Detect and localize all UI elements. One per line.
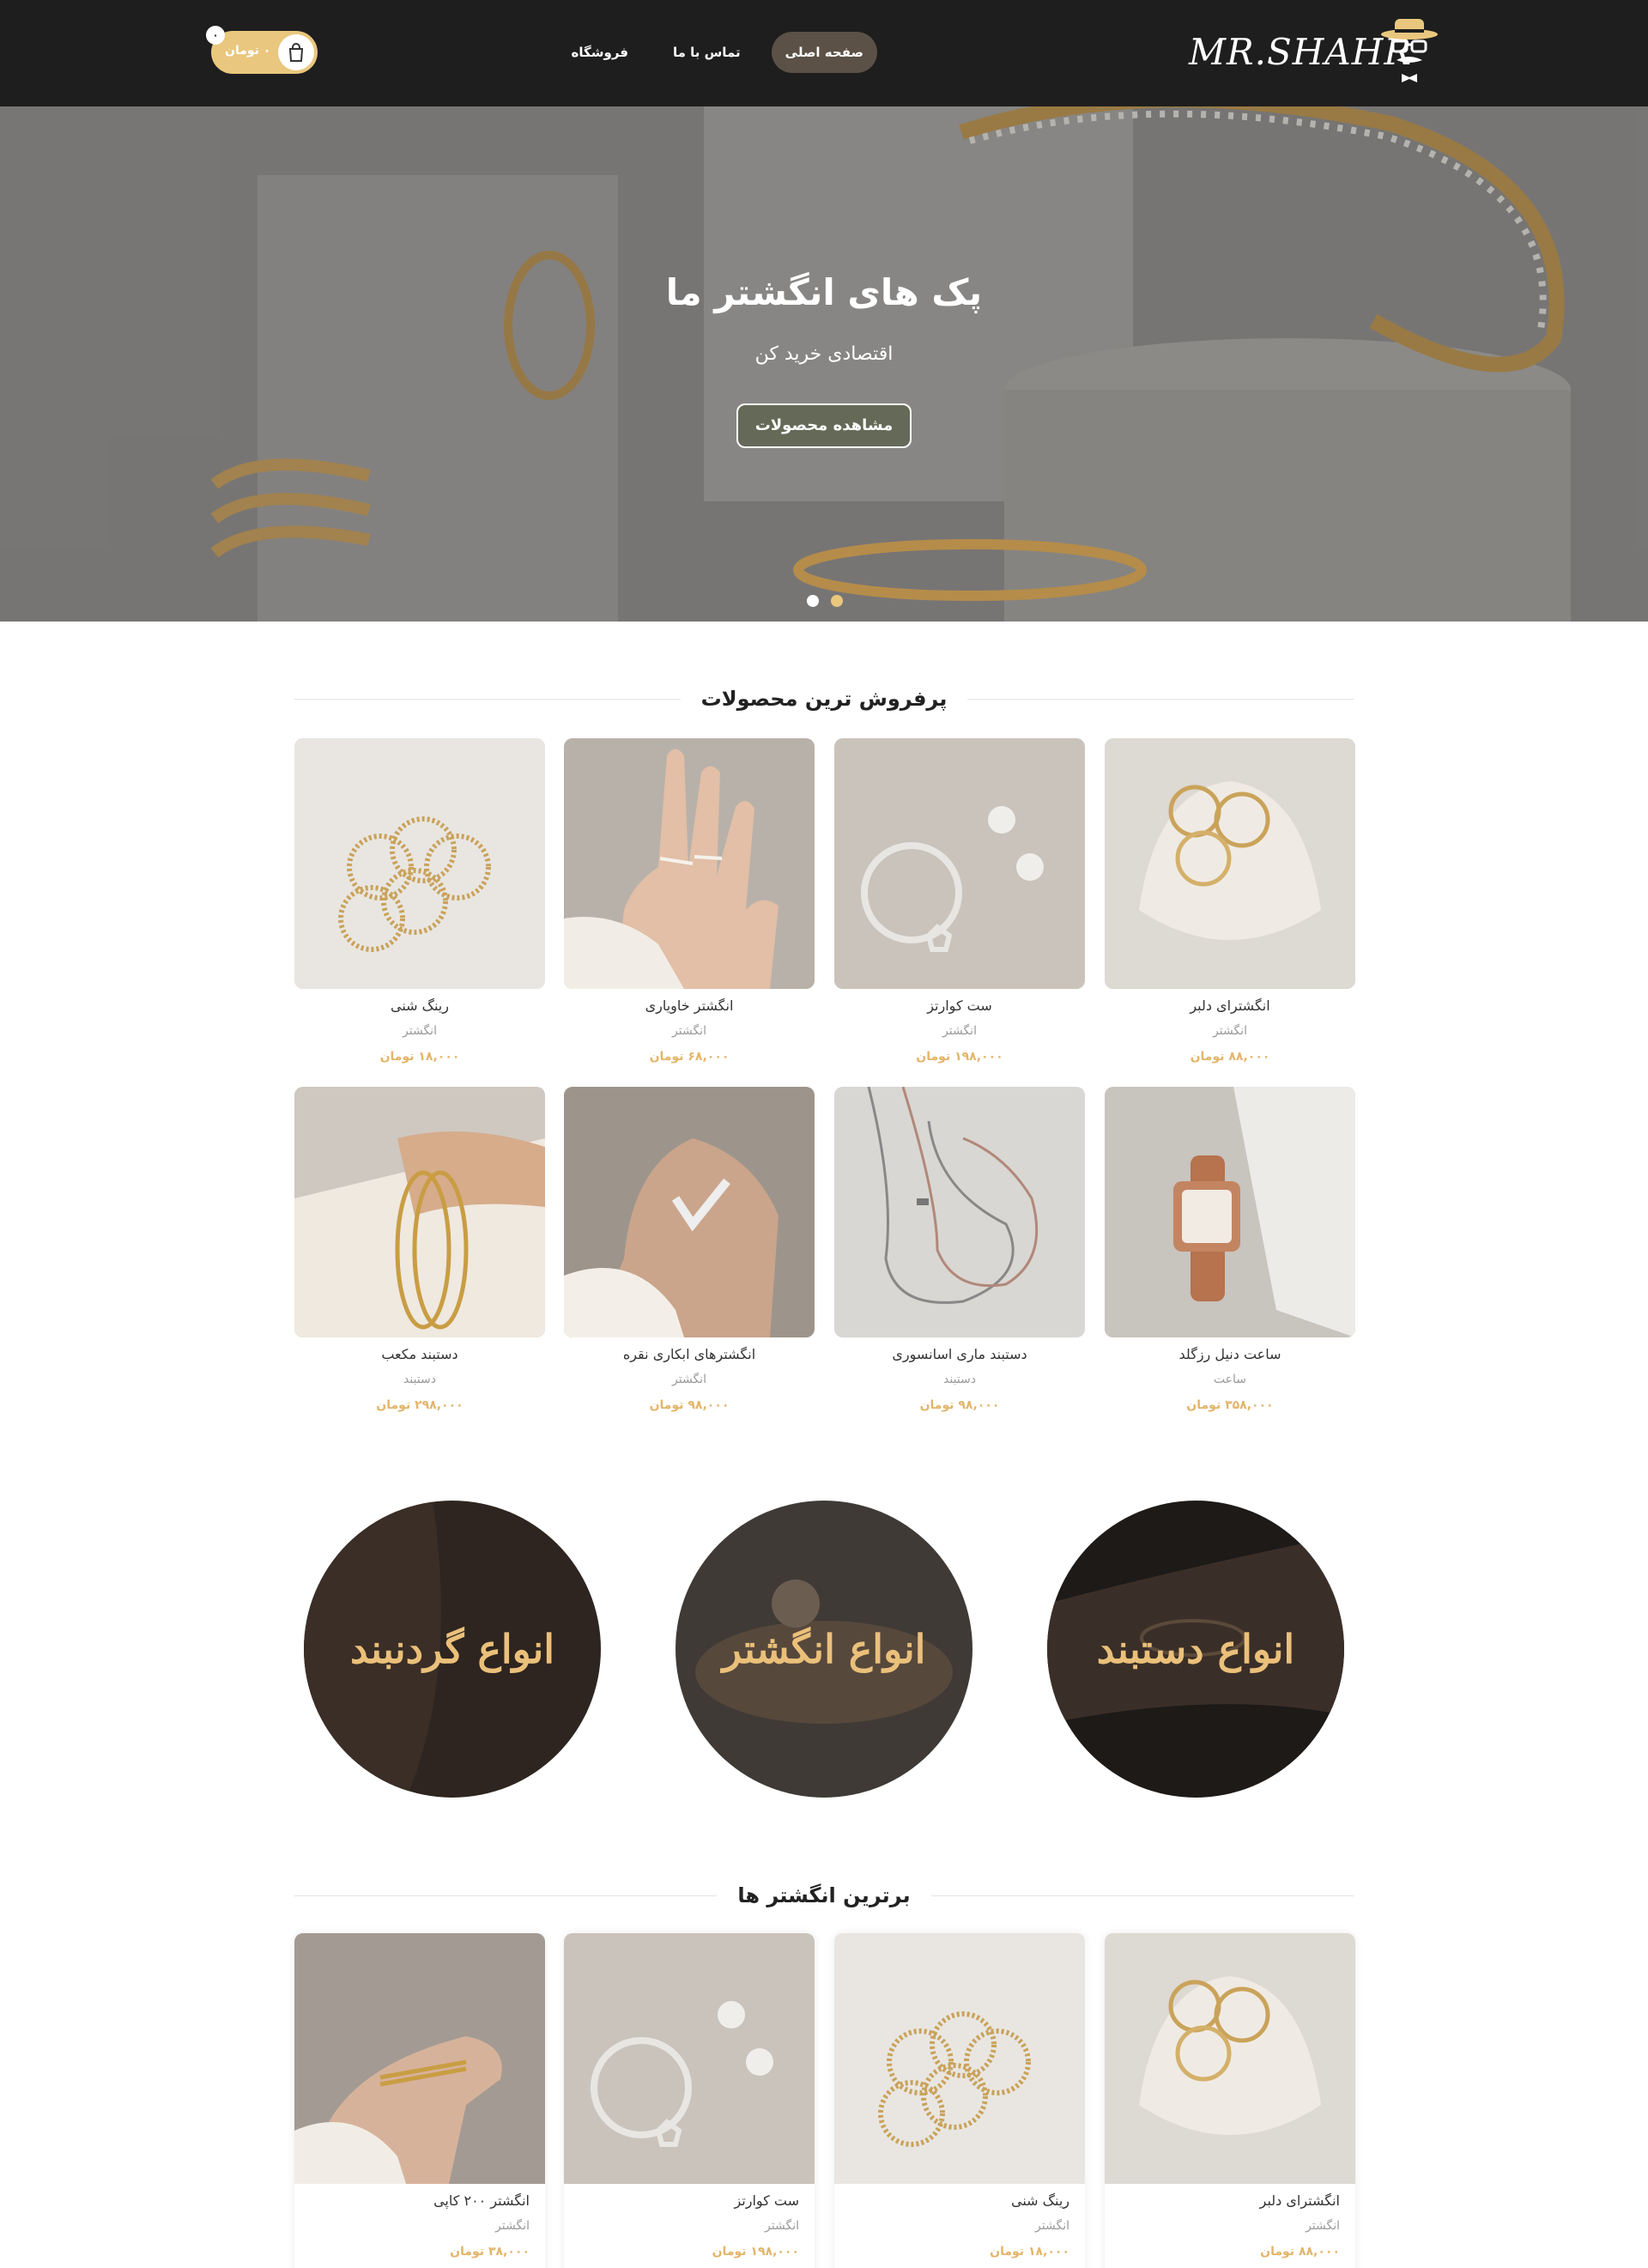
product-card[interactable]: انگشتر خاویاری انگشتر ۶۸,۰۰۰ تومان [564, 738, 815, 1069]
logo-text: MR.SHAHR [1189, 31, 1412, 73]
hero-title: پک های انگشتر ما [665, 271, 983, 313]
product-category[interactable]: دستبند [834, 1373, 1085, 1392]
product-category[interactable]: دستبند [294, 1373, 545, 1392]
bestsellers-heading: پرفروش ترین محصولات [294, 682, 1354, 716]
category-necklaces[interactable]: انواع گردنبند [304, 1501, 601, 1798]
cart-count-badge: ۰ [206, 26, 225, 45]
product-name[interactable]: رینگ شنی [294, 998, 545, 1018]
product-category[interactable]: ساعت [1105, 1373, 1355, 1392]
product-price: ۱۹۸,۰۰۰ تومان [916, 1050, 1003, 1064]
site-logo[interactable]: MR.SHAHR [1189, 15, 1439, 86]
view-products-button[interactable]: مشاهده محصولات [736, 403, 912, 448]
cart-button[interactable]: ۰ ۰ تومان [206, 26, 318, 74]
product-image[interactable] [294, 1087, 545, 1337]
shopping-bag-icon [278, 34, 314, 70]
product-card[interactable]: دستبند مکعب دستبند ۲۹۸,۰۰۰ تومان [294, 1087, 545, 1417]
nav-home[interactable]: صفحه اصلی [771, 32, 877, 73]
product-price: ۸۸,۰۰۰ تومان [1260, 2245, 1340, 2259]
product-image[interactable] [564, 1087, 815, 1337]
product-price: ۹۸,۰۰۰ تومان [919, 1398, 1000, 1412]
category-bracelets[interactable]: انواع دستبند [1047, 1501, 1344, 1798]
product-price: ۸۸,۰۰۰ تومان [1190, 1050, 1270, 1064]
top-rings-heading: برترین انگشتر ها [294, 1878, 1354, 1913]
product-category[interactable]: انگشتر [294, 2219, 545, 2238]
category-label: انواع دستبند [1096, 1626, 1295, 1672]
main-nav: صفحه اصلی تماس با ما فروشگاه [558, 32, 877, 73]
product-name[interactable]: دستبند مکعب [294, 1346, 545, 1367]
product-card[interactable]: ساعت دنیل رزگلد ساعت ۳۵۸,۰۰۰ تومان [1105, 1087, 1355, 1417]
product-name[interactable]: انگشترای دلبر [1105, 998, 1355, 1018]
hero-subtitle: اقتصادی خرید کن [754, 343, 894, 365]
product-category[interactable]: انگشتر [834, 1024, 1085, 1043]
product-price: ۱۹۸,۰۰۰ تومان [712, 2245, 799, 2259]
product-card[interactable]: ست کوارتز انگشتر ۱۹۸,۰۰۰ تومان [834, 738, 1085, 1069]
product-category[interactable]: انگشتر [564, 1024, 815, 1043]
product-image[interactable] [1105, 738, 1355, 989]
product-image[interactable] [834, 1087, 1085, 1337]
product-name[interactable]: ساعت دنیل رزگلد [1105, 1346, 1355, 1367]
top-rings-title: برترین انگشتر ها [294, 1878, 1354, 1913]
product-card[interactable]: انگشتر ۲۰۰ کاپی انگشتر ۳۸,۰۰۰ تومان [294, 1933, 545, 2268]
product-category[interactable]: انگشتر [294, 1024, 545, 1043]
slider-dot-1[interactable] [807, 595, 819, 607]
product-image[interactable] [834, 1933, 1085, 2184]
bestsellers-title: پرفروش ترین محصولات [294, 682, 1354, 716]
product-card[interactable]: رینگ شنی انگشتر ۱۸,۰۰۰ تومان [834, 1933, 1085, 2268]
product-image[interactable] [294, 738, 545, 989]
product-price: ۲۹۸,۰۰۰ تومان [376, 1398, 464, 1412]
product-image[interactable] [564, 738, 815, 989]
product-image[interactable] [834, 738, 1085, 989]
product-category[interactable]: انگشتر [1105, 1024, 1355, 1043]
product-card[interactable]: ست کوارتز انگشتر ۱۹۸,۰۰۰ تومان [564, 1933, 815, 2268]
product-category[interactable]: انگشتر [834, 2219, 1085, 2238]
product-category[interactable]: انگشتر [564, 1373, 815, 1392]
product-price: ۳۵۸,۰۰۰ تومان [1186, 1398, 1274, 1412]
product-name[interactable]: انگشتر ۲۰۰ کاپی [294, 2192, 545, 2213]
product-card[interactable]: دستبند ماری اسانسوری دستبند ۹۸,۰۰۰ تومان [834, 1087, 1085, 1417]
product-name[interactable]: انگشترهای ابکاری نقره [564, 1346, 815, 1367]
nav-contact[interactable]: تماس با ما [659, 32, 754, 73]
product-name[interactable]: ست کوارتز [834, 998, 1085, 1018]
nav-shop[interactable]: فروشگاه [558, 32, 642, 73]
product-image[interactable] [1105, 1087, 1355, 1337]
product-card[interactable]: رینگ شنی انگشتر ۱۸,۰۰۰ تومان [294, 738, 545, 1069]
product-card[interactable]: انگشترای دلبر انگشتر ۸۸,۰۰۰ تومان [1105, 738, 1355, 1069]
site-header: MR.SHAHR صفحه اصلی تماس با ما فروشگاه ۰ … [0, 0, 1648, 106]
product-card[interactable]: انگشترهای ابکاری نقره انگشتر ۹۸,۰۰۰ توما… [564, 1087, 815, 1417]
category-label: انواع گردنبند [349, 1626, 555, 1672]
mr-shahr-mascot-icon [1381, 19, 1438, 82]
product-card[interactable]: انگشترای دلبر انگشتر ۸۸,۰۰۰ تومان [1105, 1933, 1355, 2268]
category-label: انواع انگشتر [722, 1626, 926, 1672]
product-image[interactable] [294, 1933, 545, 2184]
product-image[interactable] [1105, 1933, 1355, 2184]
product-price: ۳۸,۰۰۰ تومان [450, 2245, 530, 2259]
product-name[interactable]: ست کوارتز [564, 2192, 815, 2213]
product-price: ۹۸,۰۰۰ تومان [649, 1398, 730, 1412]
hero-slider: پک های انگشتر ما اقتصادی خرید کن مشاهده … [0, 106, 1648, 622]
product-price: ۱۸,۰۰۰ تومان [379, 1050, 460, 1064]
product-price: ۶۸,۰۰۰ تومان [649, 1050, 730, 1064]
product-name[interactable]: رینگ شنی [834, 2192, 1085, 2213]
category-rings[interactable]: انواع انگشتر [676, 1501, 972, 1798]
product-category[interactable]: انگشتر [1105, 2219, 1355, 2238]
product-image[interactable] [564, 1933, 815, 2184]
product-name[interactable]: دستبند ماری اسانسوری [834, 1346, 1085, 1367]
product-name[interactable]: انگشتر خاویاری [564, 998, 815, 1018]
product-category[interactable]: انگشتر [564, 2219, 815, 2238]
slider-dot-2[interactable] [831, 595, 843, 607]
cart-total: ۰ تومان [225, 44, 271, 58]
product-price: ۱۸,۰۰۰ تومان [990, 2245, 1069, 2259]
product-name[interactable]: انگشترای دلبر [1105, 2192, 1355, 2213]
